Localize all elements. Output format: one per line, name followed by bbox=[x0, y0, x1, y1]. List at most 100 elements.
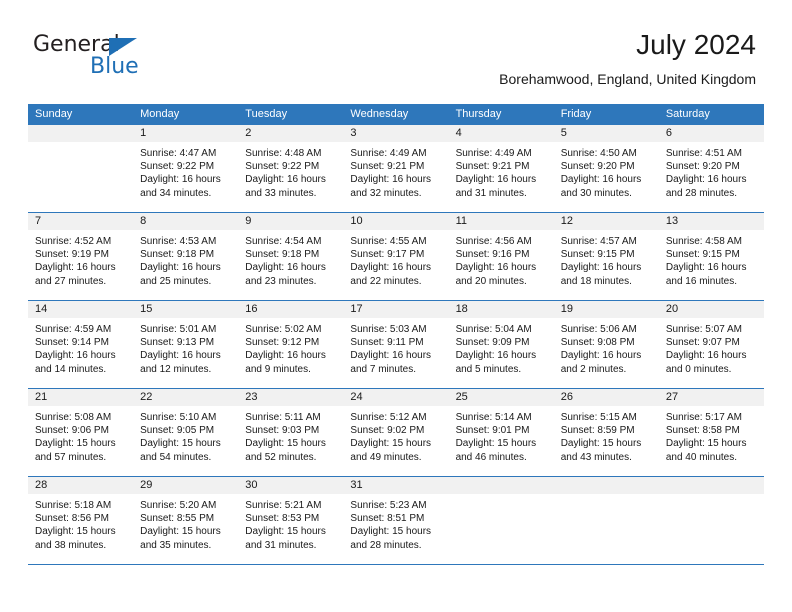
day-number: 2 bbox=[238, 125, 344, 142]
sunrise-time: Sunrise: 5:21 AM bbox=[245, 500, 322, 511]
sunrise-time: Sunrise: 5:10 AM bbox=[140, 412, 217, 423]
day-details: Sunrise: 4:59 AM Sunset: 9:14 PM Daylight:… bbox=[28, 318, 133, 376]
day-cell-10[interactable]: 10 Sunrise: 4:55 AM Sunset: 9:17 PM Dayligh… bbox=[343, 213, 449, 300]
day-cell-23[interactable]: 23 Sunrise: 5:11 AM Sunset: 9:03 PM Dayligh… bbox=[238, 389, 344, 476]
sunrise-time: Sunrise: 5:06 AM bbox=[560, 324, 637, 335]
sunset-time: Sunset: 9:05 PM bbox=[140, 425, 215, 437]
sunrise-time: Sunrise: 4:55 AM bbox=[350, 236, 427, 247]
day-details: Sunrise: 5:21 AM Sunset: 8:53 PM Daylight:… bbox=[238, 494, 343, 552]
daylight-duration-line1: Daylight: 15 hours bbox=[140, 526, 221, 538]
logo-text-blue: Blue bbox=[90, 54, 139, 79]
day-details: Sunrise: 4:53 AM Sunset: 9:18 PM Daylight:… bbox=[133, 230, 238, 288]
day-cell-6[interactable]: 6 Sunrise: 4:51 AM Sunset: 9:20 PM Daylight… bbox=[658, 125, 764, 212]
day-cell-19[interactable]: 19 Sunrise: 5:06 AM Sunset: 9:08 PM Dayligh… bbox=[553, 301, 659, 388]
day-details: Sunrise: 5:07 AM Sunset: 9:07 PM Daylight:… bbox=[659, 318, 764, 376]
day-cell-24[interactable]: 24 Sunrise: 5:12 AM Sunset: 9:02 PM Dayligh… bbox=[343, 389, 449, 476]
day-number: 11 bbox=[448, 213, 554, 230]
day-details: Sunrise: 4:54 AM Sunset: 9:18 PM Daylight:… bbox=[238, 230, 343, 288]
day-cell-14[interactable]: 14 Sunrise: 4:59 AM Sunset: 9:14 PM Dayligh… bbox=[28, 301, 134, 388]
day-cell-3[interactable]: 3 Sunrise: 4:49 AM Sunset: 9:21 PM Daylight… bbox=[343, 125, 449, 212]
day-cell-7[interactable]: 7 Sunrise: 4:52 AM Sunset: 9:19 PM Daylight… bbox=[28, 213, 134, 300]
daylight-duration-line2: and 22 minutes. bbox=[350, 275, 422, 287]
day-cell-18[interactable]: 18 Sunrise: 5:04 AM Sunset: 9:09 PM Dayligh… bbox=[448, 301, 554, 388]
daylight-duration-line1: Daylight: 16 hours bbox=[140, 174, 221, 186]
title-block: July 2024 Borehamwood, England, United K… bbox=[499, 28, 756, 88]
day-cell-21[interactable]: 21 Sunrise: 5:08 AM Sunset: 9:06 PM Dayligh… bbox=[28, 389, 134, 476]
daylight-duration-line2: and 23 minutes. bbox=[245, 275, 317, 287]
day-cell-12[interactable]: 12 Sunrise: 4:57 AM Sunset: 9:15 PM Dayligh… bbox=[553, 213, 659, 300]
day-cell-empty bbox=[448, 477, 554, 564]
daylight-duration-line2: and 32 minutes. bbox=[350, 187, 422, 199]
day-cell-20[interactable]: 20 Sunrise: 5:07 AM Sunset: 9:07 PM Dayligh… bbox=[658, 301, 764, 388]
sunrise-time: Sunrise: 5:07 AM bbox=[665, 324, 742, 335]
sunset-time: Sunset: 8:59 PM bbox=[560, 425, 635, 437]
day-number: 22 bbox=[133, 389, 239, 406]
day-details: Sunrise: 4:50 AM Sunset: 9:20 PM Daylight:… bbox=[554, 142, 659, 200]
daylight-duration-line2: and 5 minutes. bbox=[455, 363, 522, 375]
calendar-grid: Sunday Monday Tuesday Wednesday Thursday Frid… bbox=[28, 104, 764, 565]
day-cell-5[interactable]: 5 Sunrise: 4:50 AM Sunset: 9:20 PM Daylight… bbox=[553, 125, 659, 212]
day-cell-28[interactable]: 28 Sunrise: 5:18 AM Sunset: 8:56 PM Dayligh… bbox=[28, 477, 134, 564]
day-number: 5 bbox=[553, 125, 659, 142]
day-cell-25[interactable]: 25 Sunrise: 5:14 AM Sunset: 9:01 PM Dayligh… bbox=[448, 389, 554, 476]
day-number: 30 bbox=[238, 477, 344, 494]
weekday-header-row: Sunday Monday Tuesday Wednesday Thursday Frid… bbox=[28, 104, 764, 125]
daylight-duration-line1: Daylight: 15 hours bbox=[665, 438, 747, 450]
day-details: Sunrise: 5:06 AM Sunset: 9:08 PM Daylight:… bbox=[554, 318, 659, 376]
day-details: Sunrise: 4:55 AM Sunset: 9:17 PM Daylight:… bbox=[343, 230, 448, 288]
day-cell-1[interactable]: 1 Sunrise: 4:47 AM Sunset: 9:22 PM Daylight… bbox=[133, 125, 239, 212]
daylight-duration-line2: and 54 minutes. bbox=[140, 451, 212, 463]
day-cell-27[interactable]: 27 Sunrise: 5:17 AM Sunset: 8:58 PM Dayligh… bbox=[658, 389, 764, 476]
daylight-duration-line2: and 40 minutes. bbox=[665, 451, 738, 463]
sunset-time: Sunset: 9:02 PM bbox=[350, 425, 425, 437]
day-number bbox=[658, 477, 764, 494]
day-cell-31[interactable]: 31 Sunrise: 5:23 AM Sunset: 8:51 PM Dayligh… bbox=[343, 477, 449, 564]
day-cell-4[interactable]: 4 Sunrise: 4:49 AM Sunset: 9:21 PM Daylight… bbox=[448, 125, 554, 212]
day-cell-9[interactable]: 9 Sunrise: 4:54 AM Sunset: 9:18 PM Daylight… bbox=[238, 213, 344, 300]
daylight-duration-line2: and 25 minutes. bbox=[140, 275, 212, 287]
sunset-time: Sunset: 9:11 PM bbox=[350, 337, 424, 349]
sunset-time: Sunset: 9:21 PM bbox=[455, 161, 530, 173]
day-cell-17[interactable]: 17 Sunrise: 5:03 AM Sunset: 9:11 PM Dayligh… bbox=[343, 301, 449, 388]
sunset-time: Sunset: 9:18 PM bbox=[245, 249, 320, 261]
daylight-duration-line2: and 28 minutes. bbox=[665, 187, 738, 199]
day-number: 26 bbox=[553, 389, 659, 406]
day-number: 13 bbox=[658, 213, 764, 230]
daylight-duration-line1: Daylight: 16 hours bbox=[350, 262, 432, 274]
day-number bbox=[448, 477, 554, 494]
sunset-time: Sunset: 9:14 PM bbox=[35, 337, 109, 349]
day-cell-8[interactable]: 8 Sunrise: 4:53 AM Sunset: 9:18 PM Daylight… bbox=[133, 213, 239, 300]
daylight-duration-line2: and 43 minutes. bbox=[560, 451, 632, 463]
daylight-duration-line1: Daylight: 16 hours bbox=[455, 350, 537, 362]
day-number: 29 bbox=[133, 477, 239, 494]
calendar-week-row: 7 Sunrise: 4:52 AM Sunset: 9:19 PM Daylight… bbox=[28, 213, 764, 301]
sunrise-time: Sunrise: 4:59 AM bbox=[35, 324, 112, 335]
day-number bbox=[553, 477, 659, 494]
day-cell-30[interactable]: 30 Sunrise: 5:21 AM Sunset: 8:53 PM Dayligh… bbox=[238, 477, 344, 564]
day-details: Sunrise: 4:49 AM Sunset: 9:21 PM Daylight:… bbox=[343, 142, 448, 200]
day-number: 7 bbox=[28, 213, 134, 230]
sunset-time: Sunset: 8:58 PM bbox=[665, 425, 740, 437]
weekday-header-wednesday: Wednesday bbox=[350, 108, 409, 120]
day-cell-2[interactable]: 2 Sunrise: 4:48 AM Sunset: 9:22 PM Daylight… bbox=[238, 125, 344, 212]
daylight-duration-line1: Daylight: 16 hours bbox=[140, 262, 221, 274]
general-blue-logo[interactable]: General Blue bbox=[33, 34, 203, 84]
daylight-duration-line1: Daylight: 16 hours bbox=[350, 350, 432, 362]
sunrise-time: Sunrise: 5:14 AM bbox=[455, 412, 532, 423]
sunset-time: Sunset: 9:03 PM bbox=[245, 425, 320, 437]
sunrise-time: Sunrise: 4:49 AM bbox=[350, 148, 427, 159]
weekday-header-thursday: Thursday bbox=[455, 108, 502, 120]
sunrise-time: Sunrise: 4:51 AM bbox=[665, 148, 742, 159]
day-details: Sunrise: 4:57 AM Sunset: 9:15 PM Daylight:… bbox=[554, 230, 659, 288]
day-cell-22[interactable]: 22 Sunrise: 5:10 AM Sunset: 9:05 PM Dayligh… bbox=[133, 389, 239, 476]
day-cell-26[interactable]: 26 Sunrise: 5:15 AM Sunset: 8:59 PM Dayligh… bbox=[553, 389, 659, 476]
day-cell-29[interactable]: 29 Sunrise: 5:20 AM Sunset: 8:55 PM Dayligh… bbox=[133, 477, 239, 564]
calendar-week-row: 1 Sunrise: 4:47 AM Sunset: 9:22 PM Daylight… bbox=[28, 125, 764, 213]
sunrise-time: Sunrise: 5:12 AM bbox=[350, 412, 427, 423]
day-cell-11[interactable]: 11 Sunrise: 4:56 AM Sunset: 9:16 PM Dayligh… bbox=[448, 213, 554, 300]
day-number: 23 bbox=[238, 389, 344, 406]
day-cell-13[interactable]: 13 Sunrise: 4:58 AM Sunset: 9:15 PM Dayligh… bbox=[658, 213, 764, 300]
day-cell-15[interactable]: 15 Sunrise: 5:01 AM Sunset: 9:13 PM Dayligh… bbox=[133, 301, 239, 388]
daylight-duration-line2: and 9 minutes. bbox=[245, 363, 311, 375]
day-cell-16[interactable]: 16 Sunrise: 5:02 AM Sunset: 9:12 PM Dayligh… bbox=[238, 301, 344, 388]
